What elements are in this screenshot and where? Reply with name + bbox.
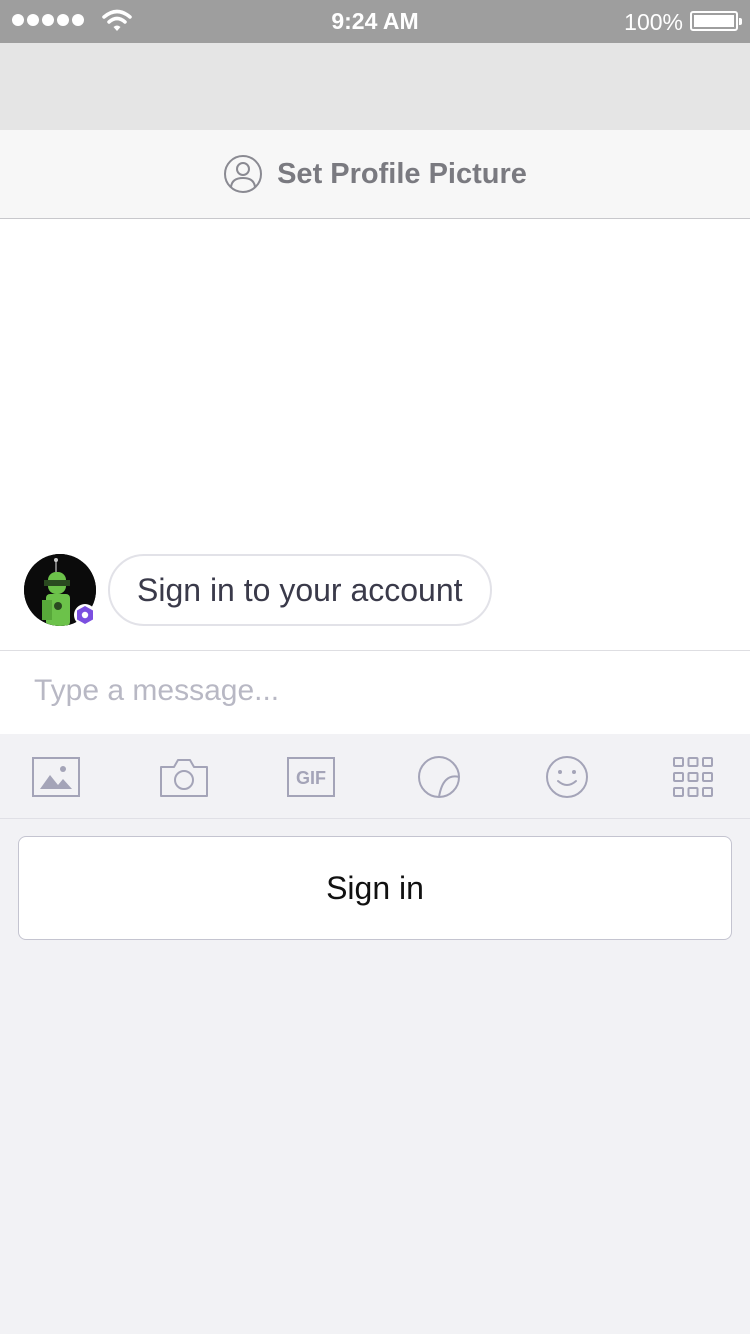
message-composer (0, 650, 750, 734)
sign-in-button[interactable]: Sign in (18, 836, 732, 940)
image-button[interactable] (31, 754, 81, 800)
grid-icon (673, 757, 713, 797)
emoji-icon (546, 756, 588, 798)
camera-button[interactable] (159, 754, 209, 800)
more-apps-button[interactable] (668, 754, 718, 800)
person-circle-icon (224, 155, 263, 193)
media-toolbar: GIF (0, 734, 750, 819)
message-bubble: Sign in to your account (108, 554, 492, 626)
gif-label: GIF (296, 768, 326, 788)
status-bar: 9:24 AM 100% (0, 0, 750, 43)
battery-icon (690, 11, 742, 31)
battery-percentage: 100% (624, 9, 683, 35)
image-icon (32, 757, 80, 797)
navigation-bar (0, 43, 750, 130)
sticker-icon (418, 755, 461, 798)
chat-area: Sign in to your account (0, 219, 750, 650)
gif-button[interactable]: GIF (286, 754, 336, 800)
camera-icon (160, 759, 208, 797)
sticker-button[interactable] (414, 754, 464, 800)
set-profile-picture-label: Set Profile Picture (277, 157, 527, 190)
verified-badge-icon (74, 604, 96, 626)
message-input[interactable] (34, 669, 714, 713)
set-profile-picture-button[interactable]: Set Profile Picture (0, 130, 750, 219)
emoji-button[interactable] (542, 754, 592, 800)
gif-icon: GIF (287, 757, 335, 797)
